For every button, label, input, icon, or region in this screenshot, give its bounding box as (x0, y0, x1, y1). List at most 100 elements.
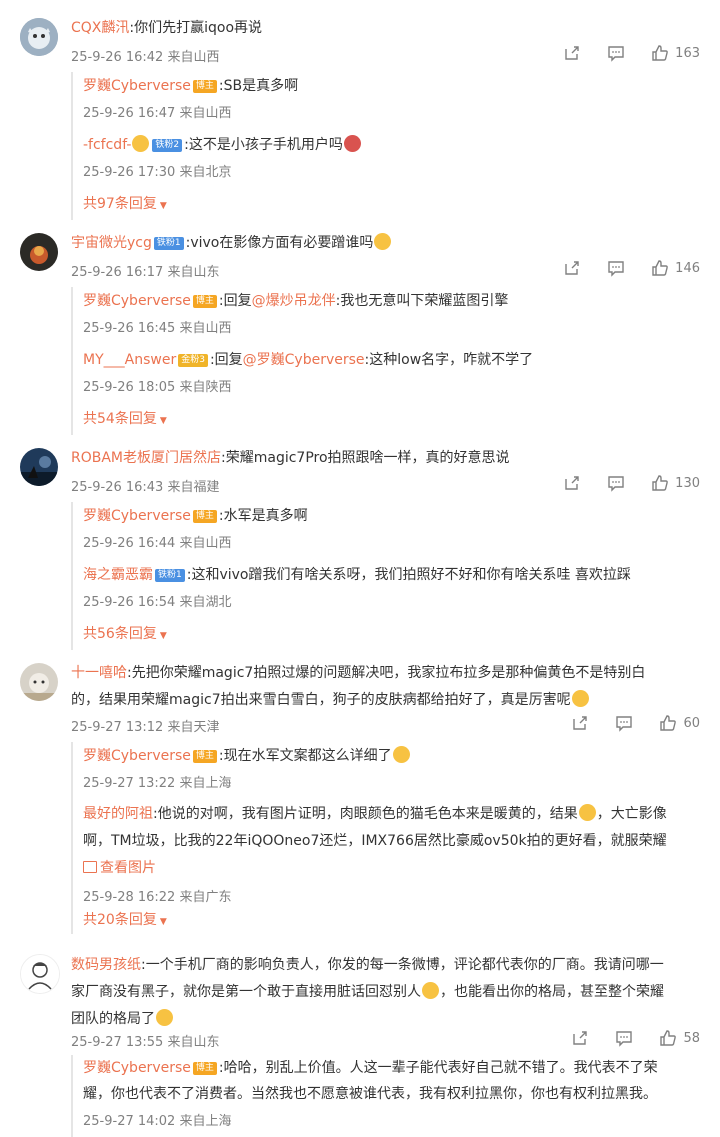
reply-item: 海之霸恶霸 铁粉1:这和vivo蹭我们有啥关系呀，我们拍照好不好和你有啥关系哇 喜… (83, 563, 700, 610)
reply-username[interactable]: 罗巍Cyberverse (83, 748, 191, 764)
comment-icon (616, 716, 633, 732)
avatar[interactable] (20, 448, 58, 486)
reply-meta: 25-9-26 16:54 来自湖北 (83, 595, 232, 610)
reply-list: 罗巍Cyberverse 博主:SB是真多啊 25-9-26 16:47 来自山西… (71, 72, 700, 220)
comment-actions: 130 (537, 474, 700, 492)
comment-button[interactable] (615, 1029, 633, 1047)
comment-button[interactable] (615, 714, 633, 732)
reply-username[interactable]: 罗巍Cyberverse (83, 78, 191, 94)
comment-username[interactable]: ROBAM老板厦门居然店 (71, 450, 221, 466)
avatar[interactable] (20, 233, 58, 271)
comment-actions: 146 (537, 259, 700, 277)
more-replies-link[interactable]: 共56条回复 ▼ (83, 623, 167, 643)
reply-meta: 25-9-26 18:05 来自陕西 (83, 380, 232, 395)
comment-username[interactable]: 十一嘻哈 (71, 665, 127, 681)
reply-list: 罗巍Cyberverse 博主:现在水军文案都这么详细了 25-9-27 13:2… (71, 742, 700, 934)
comment-text: ROBAM老板厦门居然店:荣耀magic7Pro拍照跟啥一样，真的好意思说 (71, 450, 510, 466)
share-button[interactable] (563, 474, 581, 492)
caret-down-icon: ▼ (159, 917, 167, 927)
reply-username[interactable]: -fcfcdf- (83, 137, 131, 153)
comment-button[interactable] (607, 474, 625, 492)
fan-badge: 铁粉1 (155, 568, 185, 582)
reply-username[interactable]: 海之霸恶霸 (83, 567, 153, 583)
like-icon (652, 45, 668, 61)
emoji-icon (578, 804, 596, 821)
share-icon (565, 476, 579, 490)
comment-actions: 60 (545, 714, 700, 732)
share-icon (573, 716, 588, 730)
more-replies-link[interactable]: 共97条回复 ▼ (83, 193, 167, 213)
comment-time: 25-9-26 16:42 (71, 50, 164, 65)
reply-text: 罗巍Cyberverse 博主:现在水军文案都这么详细了 (83, 744, 700, 768)
share-button[interactable] (563, 259, 581, 277)
share-button[interactable] (571, 714, 589, 732)
comment-username[interactable]: 数码男孩纸 (71, 957, 141, 973)
comment-item: 数码男孩纸:一个手机厂商的影响负责人，你发的每一条微博，评论都代表你的厂商。我请… (0, 950, 720, 1137)
mention-link[interactable]: @罗巍Cyberverse (243, 352, 365, 368)
comment-icon (608, 46, 624, 62)
reply-item: 罗巍Cyberverse 博主:水军是真多啊 25-9-26 16:44 来自山西 (83, 504, 700, 551)
more-replies-link[interactable]: 共20条回复 ▼ (83, 909, 167, 929)
comment-text: 宇宙微光ycg 铁粉1:vivo在影像方面有必要蹭谁吗 (71, 230, 700, 257)
mention-link[interactable]: @爆炒吊龙伴 (252, 293, 336, 309)
host-badge: 博主 (192, 1061, 217, 1075)
reply-text: 罗巍Cyberverse 博主:哈哈，别乱上价值。人这一辈子能代表好自己就不错了。… (83, 1060, 658, 1102)
reply-item: 罗巍Cyberverse 博主:哈哈，别乱上价值。人这一辈子能代表好自己就不错了。… (83, 1055, 700, 1129)
emoji-icon (392, 746, 410, 763)
like-button[interactable]: 60 (659, 714, 700, 732)
comment-icon (616, 1031, 633, 1047)
comment-item: 十一嘻哈:先把你荣耀magic7拍照过爆的问题解决吧，我家拉布拉多是那种偏黄色不… (0, 655, 720, 940)
reply-username[interactable]: MY___Answer (83, 352, 176, 368)
comment-button[interactable] (607, 259, 625, 277)
share-button[interactable] (563, 44, 581, 62)
reply-username[interactable]: 罗巍Cyberverse (83, 293, 191, 309)
gold-fan-badge: 金粉3 (178, 353, 208, 367)
like-button[interactable]: 163 (651, 44, 700, 62)
more-replies-link[interactable]: 共54条回复 ▼ (83, 408, 167, 428)
reply-username[interactable]: 最好的阿祖 (83, 806, 153, 822)
like-button[interactable]: 130 (651, 474, 700, 492)
avatar[interactable] (20, 663, 58, 701)
like-icon (652, 475, 668, 491)
share-button[interactable] (571, 1029, 589, 1047)
comment-item: CQX麟汛:你们先打赢iqoo再说 25-9-26 16:42 来自山西 163… (0, 10, 720, 220)
reply-list: 罗巍Cyberverse 博主:水军是真多啊 25-9-26 16:44 来自山西… (71, 502, 700, 650)
comment-button[interactable] (607, 44, 625, 62)
reply-meta: 25-9-26 16:47 来自山西 (83, 106, 232, 121)
emoji-icon (571, 690, 589, 707)
emoji-icon (132, 135, 150, 152)
reply-username[interactable]: 罗巍Cyberverse (83, 508, 191, 524)
share-icon (565, 46, 579, 60)
share-icon (565, 261, 579, 275)
caret-down-icon: ▼ (159, 631, 167, 641)
image-icon (83, 861, 97, 873)
reply-text: 最好的阿祖:他说的对啊，我有图片证明，肉眼颜色的猫毛色本来是暖黄的，结果 ，大亡影… (83, 804, 667, 876)
avatar[interactable] (20, 954, 60, 994)
view-picture-link[interactable]: 查看图片 (83, 860, 156, 876)
caret-down-icon: ▼ (159, 416, 167, 426)
comment-username[interactable]: CQX麟汛 (71, 20, 129, 36)
reply-meta: 25-9-27 13:22 来自上海 (83, 776, 232, 791)
like-icon (652, 260, 668, 276)
like-icon (660, 1030, 677, 1046)
like-count: 130 (675, 475, 700, 491)
like-count: 60 (683, 715, 700, 731)
comment-username[interactable]: 宇宙微光ycg (71, 235, 152, 251)
host-badge: 博主 (192, 749, 217, 763)
emoji-icon (422, 982, 439, 999)
comment-meta: 25-9-26 16:17 来自山东 (71, 265, 220, 280)
like-button[interactable]: 146 (651, 259, 700, 277)
reply-text: 罗巍Cyberverse 博主:水军是真多啊 (83, 508, 308, 524)
avatar[interactable] (20, 18, 58, 56)
like-button[interactable]: 58 (659, 1029, 700, 1047)
thumbs-up-emoji-icon (156, 1009, 173, 1026)
comment-location: 来自山西 (167, 50, 220, 65)
host-badge: 博主 (192, 294, 217, 308)
reply-username[interactable]: 罗巍Cyberverse (83, 1060, 191, 1076)
reply-text: -fcfcdf- 铁粉2:这不是小孩子手机用户吗 (83, 133, 700, 157)
fan-badge: 铁粉2 (152, 138, 183, 152)
reply-meta: 25-9-26 17:30 来自北京 (83, 165, 232, 180)
like-icon (660, 715, 677, 731)
reply-meta: 25-9-26 16:44 来自山西 (83, 536, 232, 551)
reply-meta: 25-9-28 16:22 来自广东 (83, 890, 232, 905)
